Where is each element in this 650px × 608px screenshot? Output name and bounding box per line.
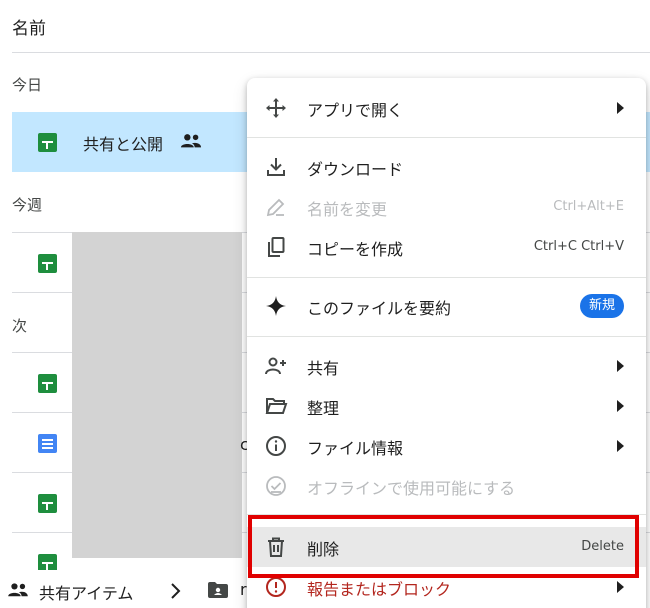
menu-shortcut: Ctrl+Alt+E [553,199,624,214]
new-badge: 新規 [579,294,624,318]
menu-label: 報告またはブロック [307,580,452,599]
menu-item-delete[interactable]: 削除 Delete [247,527,646,567]
info-icon [266,436,286,456]
submenu-arrow-icon [617,102,624,114]
submenu-arrow-icon [617,400,624,412]
trash-icon [268,537,284,557]
menu-label: 削除 [307,540,340,559]
menu-item-make-copy[interactable]: コピーを作成 Ctrl+C Ctrl+V [247,227,646,267]
shared-people-icon [8,583,28,597]
menu-item-share[interactable]: 共有 [247,346,646,386]
chevron-right-icon [171,583,181,599]
context-menu: アプリで開く ダウンロード 名前を変更 Ctrl+Alt+E コピーを作成 Ct… [247,78,646,608]
docs-file-icon [38,434,57,453]
menu-label: 整理 [307,399,340,418]
menu-item-offline[interactable]: オフラインで使用可能にする [247,466,646,506]
menu-separator [247,137,646,138]
submenu-arrow-icon [617,581,624,593]
sheets-file-icon [38,494,57,513]
menu-item-report-block[interactable]: 報告またはブロック [247,567,646,607]
menu-label: 共有 [307,359,340,378]
shared-people-icon [180,134,202,148]
menu-separator [247,514,646,515]
shared-folder-icon [208,582,228,598]
file-name: 共有と公開 [83,135,164,154]
menu-item-file-info[interactable]: ファイル情報 [247,426,646,466]
download-icon [267,158,285,176]
menu-label: 名前を変更 [307,200,388,219]
menu-label: オフラインで使用可能にする [307,479,516,498]
menu-label: コピーを作成 [307,240,404,259]
menu-item-rename[interactable]: 名前を変更 Ctrl+Alt+E [247,187,646,227]
menu-label: ダウンロード [307,160,404,179]
menu-label: このファイルを要約 [307,299,452,318]
section-today: 今日 [12,76,43,94]
menu-separator [247,277,646,278]
section-next: 次 [12,317,28,335]
section-this-week: 今週 [12,196,43,214]
menu-item-organize[interactable]: 整理 [247,386,646,426]
pencil-icon [266,198,285,217]
menu-shortcut: Delete [581,539,624,554]
menu-item-download[interactable]: ダウンロード [247,147,646,187]
offline-check-icon [266,476,286,496]
name-column-header[interactable]: 名前 [12,14,46,39]
folder-open-icon [265,398,288,414]
menu-item-open-with[interactable]: アプリで開く [247,88,646,128]
sparkle-icon [266,296,286,316]
menu-item-summarize[interactable]: このファイルを要約 新規 [247,286,646,326]
breadcrumb-shared[interactable]: 共有アイテム [39,580,133,604]
redacted-area [72,232,242,558]
open-with-arrows-icon [266,98,286,118]
submenu-arrow-icon [617,360,624,372]
sheets-file-icon [38,374,57,393]
breadcrumb-folder[interactable]: r [240,580,247,599]
menu-separator [247,336,646,337]
sheets-file-icon [38,133,57,152]
submenu-arrow-icon [617,440,624,452]
report-icon [266,577,286,597]
menu-label: アプリで開く [307,101,404,120]
sheets-file-icon [38,254,57,273]
divider [12,52,650,53]
menu-label: ファイル情報 [307,439,404,458]
menu-shortcut: Ctrl+C Ctrl+V [533,239,624,254]
person-add-icon [265,357,286,375]
copy-icon [268,237,285,257]
